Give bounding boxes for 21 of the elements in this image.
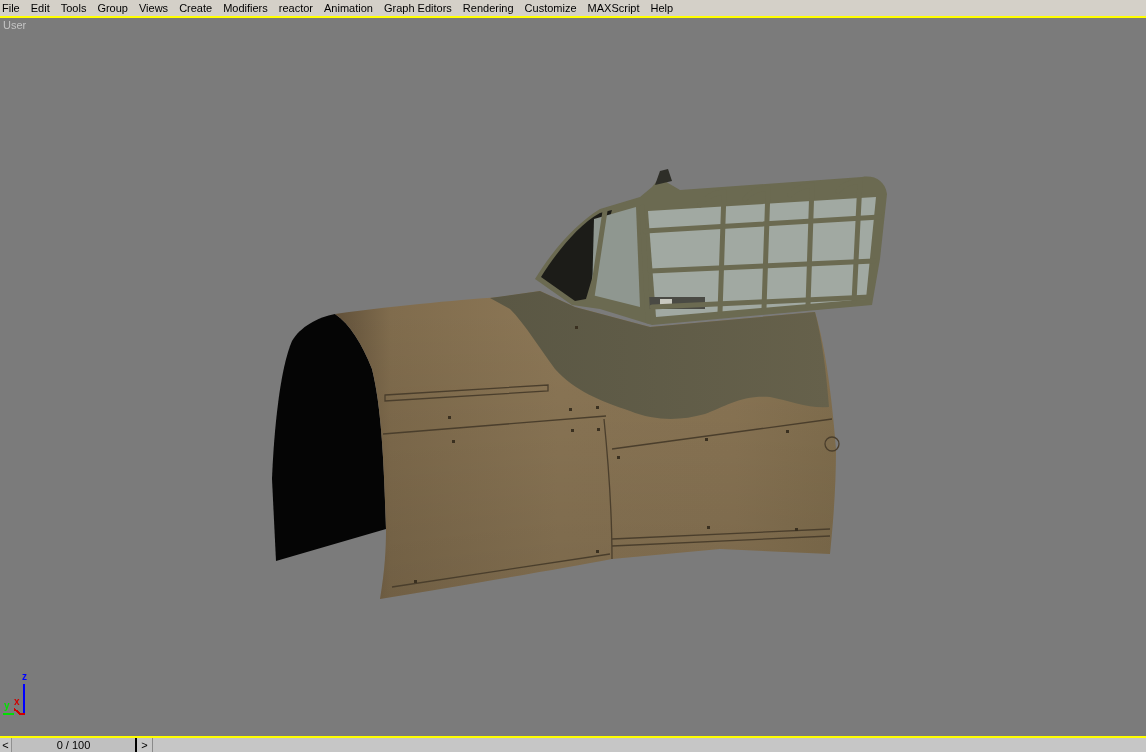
axis-label: z [22,672,27,682]
menu-item[interactable]: Rendering [462,1,514,16]
time-slider-thumb[interactable]: < 0 / 100 > [0,738,153,752]
menu-item[interactable]: Create [179,1,213,16]
menu-item[interactable]: MAXScript [587,1,640,16]
menu-item[interactable]: Views [138,1,169,16]
menu-item[interactable]: Help [650,1,674,16]
next-frame-button[interactable]: > [137,738,152,752]
menu-item[interactable]: Animation [324,1,373,16]
axis-label: x [14,697,20,707]
time-slider-track[interactable]: < 0 / 100 > [0,738,1146,752]
menu-item[interactable]: reactor [278,1,314,16]
menu-item[interactable]: Tools [60,1,87,16]
menu-item[interactable]: Group [97,1,128,16]
menu-item[interactable]: Customize [524,1,577,16]
menu-item[interactable]: Modifiers [223,1,268,16]
menu-item[interactable]: File [2,1,20,16]
menu-item[interactable]: Graph Editors [383,1,452,16]
axis-label: y [4,701,10,711]
menu-item[interactable]: Edit [30,1,50,16]
previous-frame-button[interactable]: < [0,738,12,752]
